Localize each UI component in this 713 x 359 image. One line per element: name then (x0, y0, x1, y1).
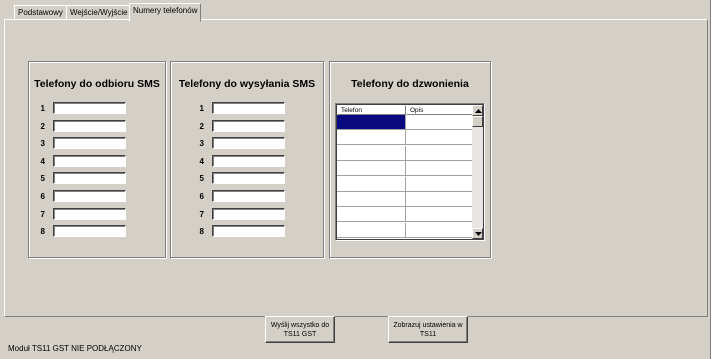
sms-receive-row: 7 (35, 207, 130, 221)
send-all-button[interactable]: Wyślij wszystko do TS11 GST (265, 316, 335, 343)
phone-number-field[interactable] (212, 154, 285, 167)
sms-receive-row: 3 (35, 137, 130, 150)
row-number: 1 (40, 104, 45, 113)
row-number: 8 (199, 227, 204, 237)
sms-send-row: 7 (194, 207, 289, 221)
grid-cell-opis[interactable] (406, 115, 474, 130)
grid-cell-opis[interactable] (406, 130, 474, 146)
grid-cell-telefon[interactable] (337, 207, 406, 223)
phone-number-field[interactable] (212, 102, 285, 114)
show-settings-button[interactable]: Zobrazuj ustawienia w TS11 (388, 316, 468, 343)
phone-number-field[interactable] (53, 225, 126, 238)
sms-receive-row: 8 (35, 225, 130, 238)
scroll-up-button[interactable] (472, 105, 483, 116)
row-number: 3 (199, 139, 204, 149)
group-sms-receive-title: Telefony do odbioru SMS (34, 78, 160, 90)
phone-number-field[interactable] (53, 102, 126, 114)
arrow-down-icon (475, 232, 482, 236)
row-number: 2 (40, 121, 45, 131)
grid-header-opis[interactable]: Opis (406, 105, 474, 115)
tab-numery-telefonow[interactable]: Numery telefonów (129, 3, 202, 22)
group-sms-receive: Telefony do odbioru SMS 1 2 3 4 5 6 7 8 (28, 61, 166, 258)
scroll-down-button[interactable] (472, 228, 483, 239)
sms-send-row: 1 (194, 102, 289, 115)
sms-send-row: 5 (194, 172, 289, 185)
phone-number-field[interactable] (212, 225, 285, 238)
sms-receive-row: 4 (35, 154, 130, 168)
phone-number-field[interactable] (53, 137, 126, 150)
sms-send-row: 2 (194, 119, 289, 133)
scroll-thumb[interactable] (472, 116, 483, 127)
group-calls-title: Telefony do dzwonienia (351, 78, 469, 90)
phone-number-field[interactable] (53, 190, 126, 202)
sms-send-row: 6 (194, 190, 289, 203)
phone-number-field[interactable] (212, 207, 285, 220)
sms-send-row: 8 (194, 225, 289, 238)
phone-number-field[interactable] (53, 119, 126, 132)
row-number: 6 (199, 192, 204, 201)
sms-send-row: 3 (194, 137, 289, 150)
row-number: 6 (40, 192, 45, 201)
row-number: 5 (40, 174, 45, 184)
grid-cell-telefon[interactable] (337, 115, 406, 130)
sms-send-row: 4 (194, 154, 289, 168)
row-number: 1 (199, 104, 204, 113)
group-sms-send: Telefony do wysyłania SMS 1 2 3 4 5 6 7 8 (170, 61, 324, 258)
phone-number-field[interactable] (212, 119, 285, 132)
row-number: 2 (199, 121, 204, 131)
grid-cell-opis[interactable] (406, 192, 474, 207)
phone-number-field[interactable] (212, 172, 285, 185)
row-number: 4 (199, 156, 204, 166)
phone-number-field[interactable] (212, 137, 285, 150)
show-settings-button-label: Zobrazuj ustawienia w TS11 (393, 321, 463, 338)
grid-cell-telefon[interactable] (337, 176, 406, 192)
grid-cell-telefon[interactable] (337, 192, 406, 207)
sms-receive-row: 2 (35, 119, 130, 133)
grid-cell-telefon[interactable] (337, 222, 406, 238)
grid-cell-opis[interactable] (406, 176, 474, 192)
row-number: 7 (199, 209, 204, 219)
arrow-up-icon (475, 109, 482, 113)
grid-cell-opis[interactable] (406, 222, 474, 238)
grid-cell-telefon[interactable] (337, 130, 406, 146)
row-number: 4 (40, 156, 45, 166)
sms-receive-row: 6 (35, 190, 130, 203)
row-number: 5 (199, 174, 204, 184)
row-number: 7 (40, 209, 45, 219)
calls-grid[interactable]: Telefon Opis (335, 103, 485, 241)
grid-cell-telefon[interactable] (337, 161, 406, 177)
grid-cell-opis[interactable] (406, 207, 474, 223)
phone-number-field[interactable] (53, 207, 126, 220)
row-number: 8 (40, 227, 45, 237)
group-sms-send-title: Telefony do wysyłania SMS (178, 78, 316, 90)
grid-cell-telefon[interactable] (337, 145, 406, 161)
row-number: 3 (40, 139, 45, 149)
phone-number-field[interactable] (53, 154, 126, 167)
sms-receive-row: 1 (35, 102, 130, 115)
phone-number-field[interactable] (53, 172, 126, 185)
sms-receive-row: 5 (35, 172, 130, 185)
status-text: Moduł TS11 GST NIE PODŁĄCZONY (8, 344, 142, 353)
send-all-button-label: Wyślij wszystko do TS11 GST (270, 321, 330, 338)
phone-number-field[interactable] (212, 190, 285, 202)
grid-cell-opis[interactable] (406, 161, 474, 177)
grid-vertical-scrollbar[interactable] (472, 105, 483, 239)
grid-cell-opis[interactable] (406, 145, 474, 161)
grid-header-telefon[interactable]: Telefon (337, 105, 406, 115)
